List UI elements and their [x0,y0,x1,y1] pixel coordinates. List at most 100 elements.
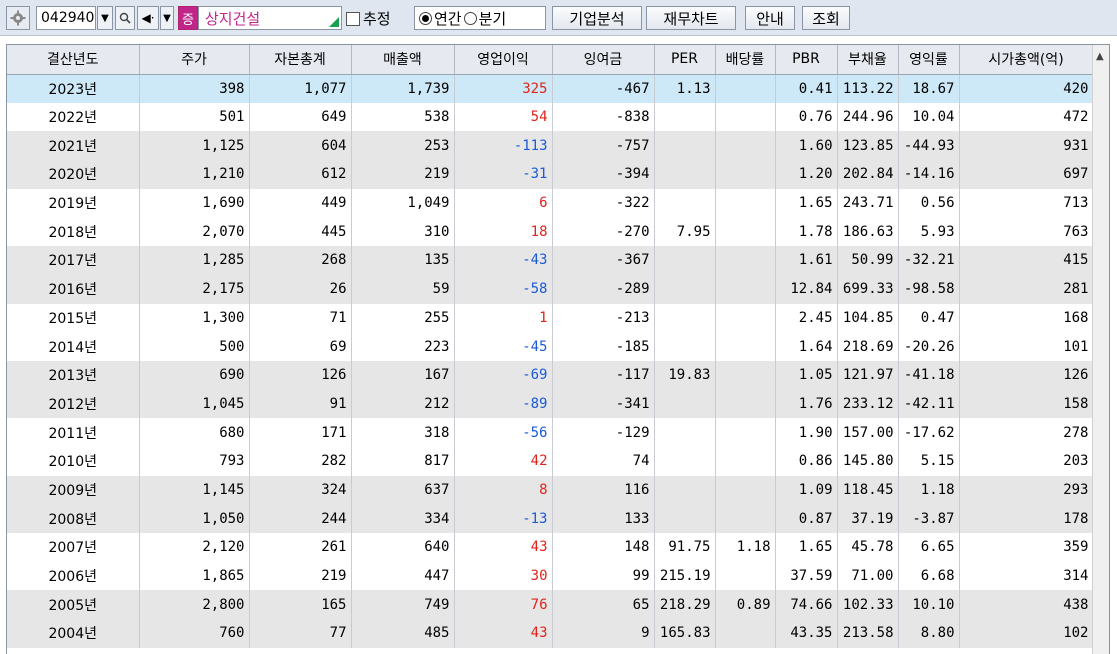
guide-button[interactable]: 안내 [745,6,795,30]
table-row[interactable]: 2020년 1,210 612 219 -31 -394 1.20 202.84 -14.16 6… [7,160,1094,189]
cell-year: 2009년 [7,475,140,505]
table-row[interactable]: 2013년 690 126 167 -69 -117 19.83 1.05 121.97 -41.… [7,360,1094,390]
table-row[interactable]: 2006년 1,865 219 447 30 99 215.19 37.59 71.00 6.68… [7,561,1094,591]
col-header-surplus[interactable]: 잉여금 [552,45,655,75]
radio-quarter-label: 분기 [478,9,507,28]
cell-equity: 219 [249,561,352,591]
financial-table-container: 결산년도 주가 자본총계 매출액 영업이익 잉여금 PER 배당률 PBR 부채… [6,44,1110,654]
cell-surplus: -289 [552,274,655,304]
table-row[interactable]: 2023년 398 1,077 1,739 325 -467 1.13 0.41 113.22 1… [7,74,1094,103]
cell-opm: -42.11 [898,389,960,419]
scroll-up-icon[interactable]: ▲ [1096,51,1104,62]
cell-surplus: 74 [552,446,655,476]
cell-debt: 145.80 [837,446,899,476]
company-analysis-button[interactable]: 기업분석 [552,6,642,30]
cell-equity: 612 [249,160,352,189]
cell-pbr: 0.87 [775,504,838,533]
table-row[interactable]: 2007년 2,120 261 640 43 148 91.75 1.18 1.65 45.78 6… [7,533,1094,562]
table-row[interactable]: 2017년 1,285 268 135 -43 -367 1.61 50.99 -32.21 41… [7,246,1094,275]
col-header-pbr[interactable]: PBR [775,45,838,75]
cell-div: 0.89 [715,590,776,620]
cell-pbr: 0.86 [775,446,838,476]
cell-opm: -17.62 [898,418,960,447]
cell-opm: -44.93 [898,131,960,161]
table-row[interactable]: 2004년 760 77 485 43 9 165.83 43.35 213.58 8.80 102 [7,619,1094,648]
cell-surplus: -213 [552,303,655,333]
chevron-down-icon: ▼ [163,12,171,24]
cell-pbr: 43.35 [775,619,838,648]
col-header-debt-ratio[interactable]: 부채율 [837,45,899,75]
cell-equity: 126 [249,360,352,390]
col-header-equity[interactable]: 자본총계 [249,45,352,75]
table-row[interactable]: 2014년 500 69 223 -45 -185 1.64 218.69 -20.26 101 [7,332,1094,361]
checkbox-box[interactable] [346,11,360,26]
table-row[interactable]: 2015년 1,300 71 255 1 -213 2.45 104.85 0.47 168 [7,303,1094,333]
table-row[interactable]: 2010년 793 282 817 42 74 0.86 145.80 5.15 203 [7,446,1094,476]
cell-mcap: 203 [959,446,1094,476]
cell-year: 2018년 [7,217,140,247]
cell-price: 2,120 [139,533,250,562]
stock-code-input[interactable]: 042940 [36,6,96,30]
toolbar: 042940 ▼ ◀· ▼ 증 상지건설 추정 연간 분기 기업분석 재무차트 … [0,0,1117,36]
col-header-year[interactable]: 결산년도 [7,45,140,75]
table-row[interactable]: 2022년 501 649 538 54 -838 0.76 244.96 10.04 472 [7,102,1094,132]
cell-op: 6 [454,188,553,218]
cell-opm: 5.93 [898,217,960,247]
radio-quarter[interactable]: 분기 [463,8,507,29]
search-button[interactable] [115,6,135,30]
speaker-button[interactable]: ◀· [137,6,159,30]
cell-opm: -32.21 [898,246,960,275]
financial-chart-button[interactable]: 재무차트 [646,6,736,30]
vertical-scrollbar[interactable]: ▲ [1092,45,1109,654]
cell-op: -45 [454,332,553,361]
query-button[interactable]: 조회 [802,6,850,30]
cell-year: 2006년 [7,561,140,591]
cell-mcap: 415 [959,246,1094,275]
cell-op: -89 [454,389,553,419]
cell-price: 398 [139,74,250,103]
estimate-checkbox[interactable]: 추정 [346,8,391,29]
settings-gear-button[interactable] [6,6,30,30]
cell-debt: 102.33 [837,590,899,620]
table-row[interactable]: 2018년 2,070 445 310 18 -270 7.95 1.78 186.63 5.93… [7,217,1094,247]
stock-code-dropdown[interactable]: ▼ [97,6,113,30]
table-row[interactable]: 2019년 1,690 449 1,049 6 -322 1.65 243.71 0.56 713 [7,188,1094,218]
table-row[interactable]: 2011년 680 171 318 -56 -129 1.90 157.00 -17.62 278 [7,418,1094,447]
cell-div [715,188,776,218]
table-row[interactable]: 2005년 2,800 165 749 76 65 218.29 0.89 74.66 102.3… [7,590,1094,620]
table-row[interactable]: 2016년 2,175 26 59 -58 -289 12.84 699.33 -98.58 28… [7,274,1094,304]
table-row[interactable]: 2021년 1,125 604 253 -113 -757 1.60 123.85 -44.93… [7,131,1094,161]
col-header-op-margin[interactable]: 영익률 [898,45,960,75]
cell-opm: -20.26 [898,332,960,361]
cell-opm: 0.47 [898,303,960,333]
col-header-price[interactable]: 주가 [139,45,250,75]
cell-surplus: -367 [552,246,655,275]
table-row[interactable]: 2009년 1,145 324 637 8 116 1.09 118.45 1.18 293 [7,475,1094,505]
cell-pbr: 1.65 [775,188,838,218]
col-header-dividend[interactable]: 배당률 [715,45,776,75]
cell-debt: 186.63 [837,217,899,247]
cell-op: 8 [454,475,553,505]
cell-sales: 749 [351,590,455,620]
cell-per [654,504,716,533]
cell-opm: -14.16 [898,160,960,189]
col-header-operating-income[interactable]: 영업이익 [454,45,553,75]
table-row[interactable]: 2008년 1,050 244 334 -13 133 0.87 37.19 -3.87 178 [7,504,1094,533]
table-row[interactable]: 2012년 1,045 91 212 -89 -341 1.76 233.12 -42.11 15… [7,389,1094,419]
col-header-sales[interactable]: 매출액 [351,45,455,75]
cell-div [715,389,776,419]
cell-div [715,246,776,275]
radio-annual[interactable]: 연간 [419,8,462,29]
cell-per: 1.13 [654,74,716,103]
company-name-field[interactable]: 상지건설 [198,6,342,30]
cell-opm: 10.10 [898,590,960,620]
cell-equity: 69 [249,332,352,361]
cell-equity: 26 [249,274,352,304]
cell-op: 1 [454,303,553,333]
col-header-per[interactable]: PER [654,45,716,75]
cell-debt: 213.58 [837,619,899,648]
col-header-market-cap[interactable]: 시가총액(억) [959,45,1094,75]
speaker-dropdown[interactable]: ▼ [160,6,174,30]
cell-year: 2015년 [7,303,140,333]
cell-mcap: 101 [959,332,1094,361]
